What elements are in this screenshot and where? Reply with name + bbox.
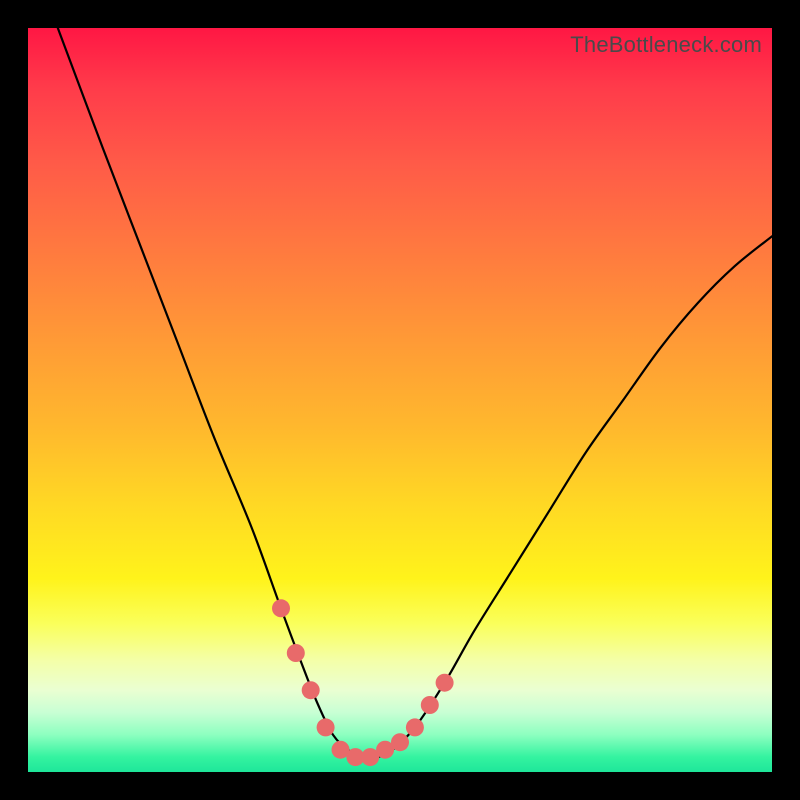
highlight-marker: [317, 718, 335, 736]
highlight-marker: [421, 696, 439, 714]
chart-frame: TheBottleneck.com: [0, 0, 800, 800]
highlight-marker: [287, 644, 305, 662]
bottleneck-curve: [58, 28, 772, 758]
highlight-marker: [436, 674, 454, 692]
plot-area: TheBottleneck.com: [28, 28, 772, 772]
highlight-marker: [302, 681, 320, 699]
highlight-markers: [272, 599, 454, 766]
highlight-marker: [272, 599, 290, 617]
highlight-marker: [406, 718, 424, 736]
bottleneck-curve-svg: [28, 28, 772, 772]
highlight-marker: [391, 733, 409, 751]
